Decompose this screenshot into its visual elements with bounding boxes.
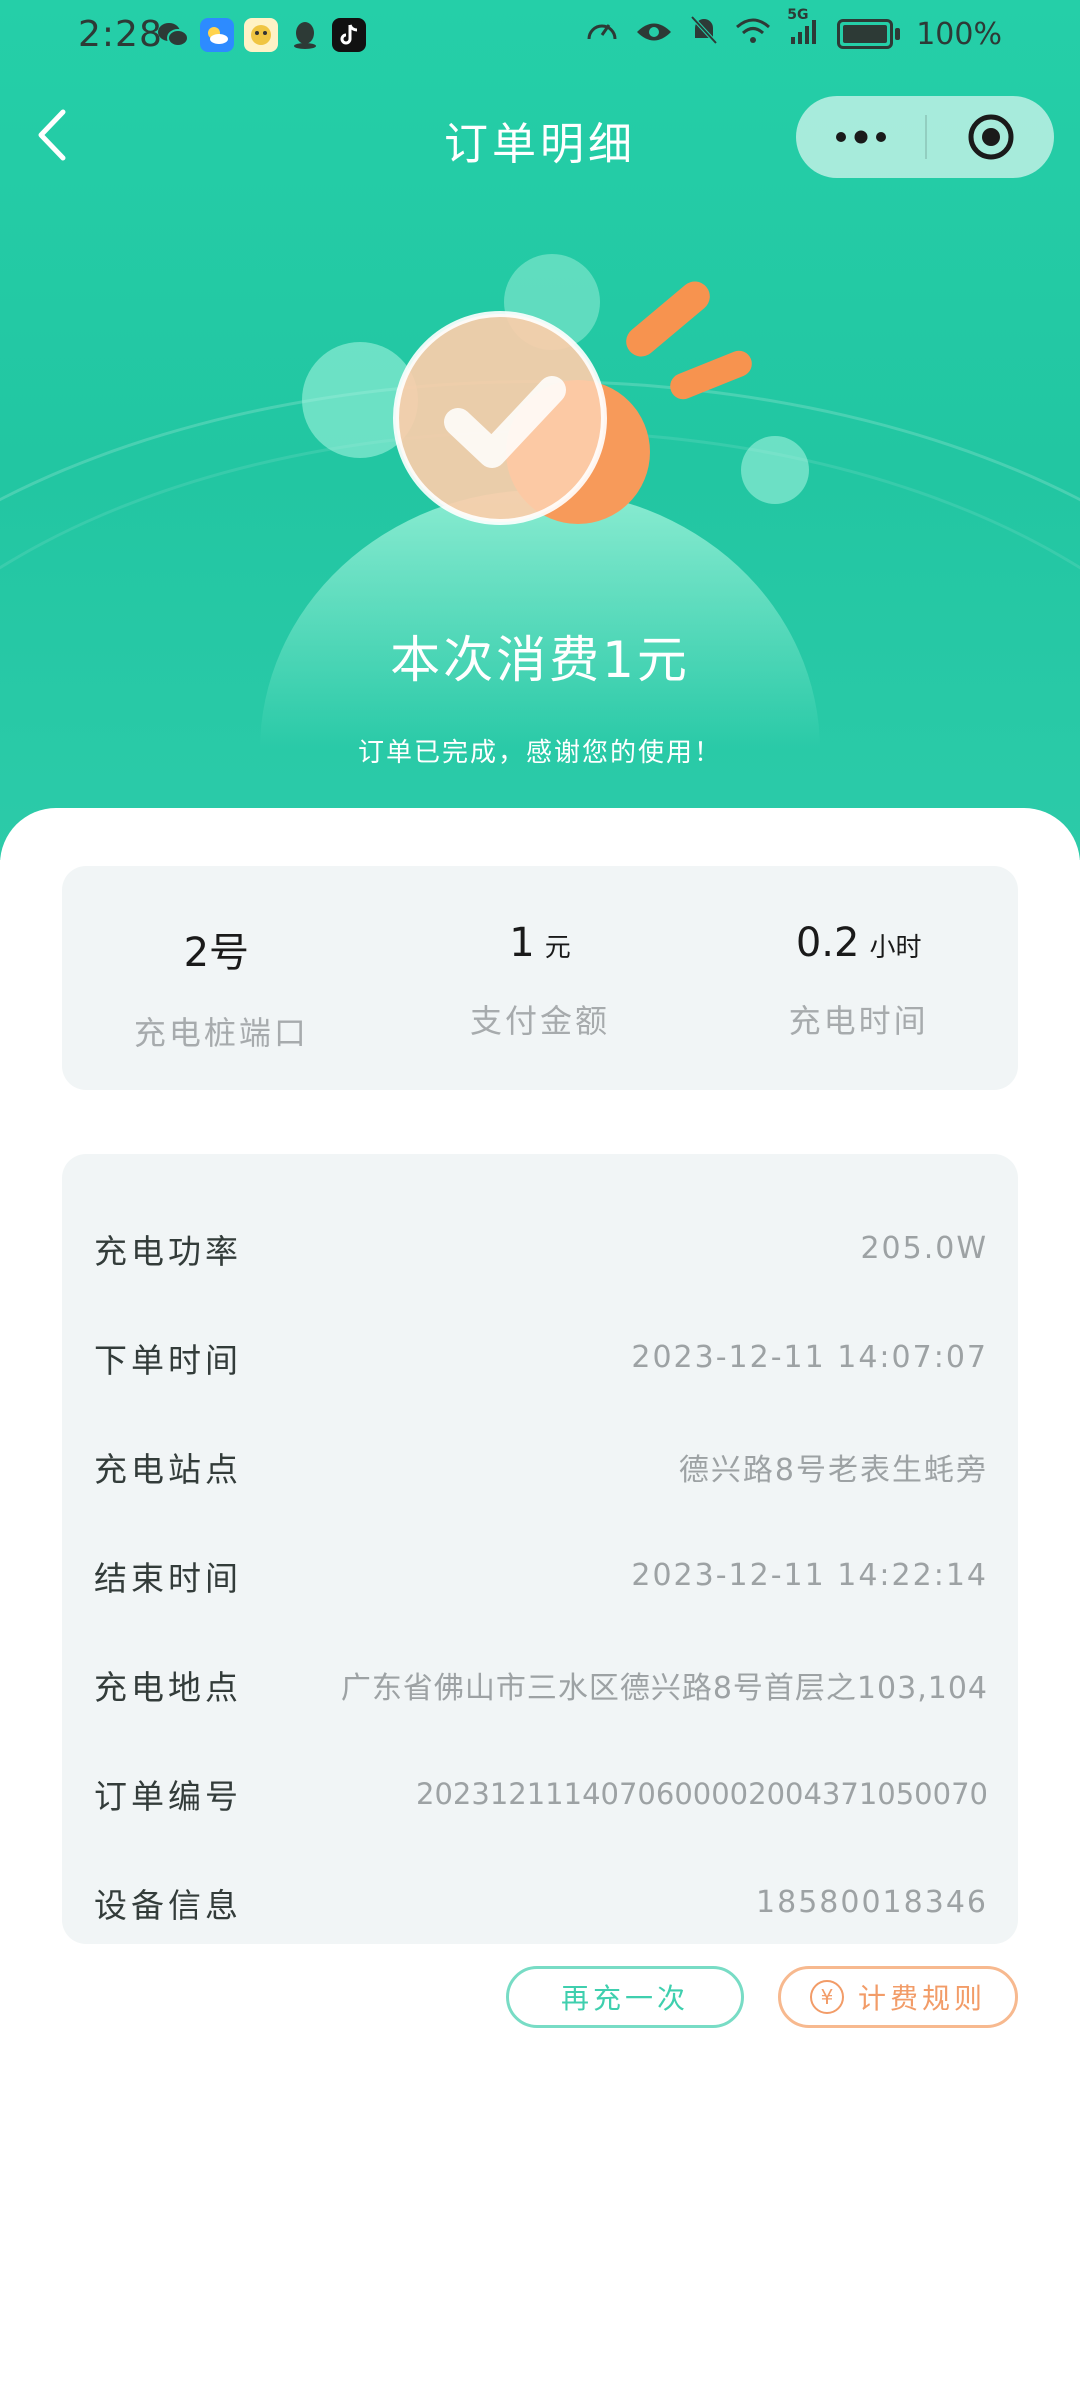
- duration-value: 0.2: [795, 920, 860, 966]
- detail-value: 广东省佛山市三水区德兴路8号首层之103,104: [340, 1670, 988, 1706]
- recharge-again-button[interactable]: 再充一次: [506, 1966, 744, 2028]
- detail-row-device: 设备信息 18580018346: [62, 1848, 1018, 1957]
- more-dots-icon: [835, 130, 886, 144]
- mute-icon: [689, 14, 719, 54]
- miniapp-capsule: [796, 96, 1054, 178]
- order-complete-message: 订单已完成，感谢您的使用！: [357, 738, 722, 768]
- battery-percent: 100%: [916, 16, 1002, 52]
- app-icon: [244, 18, 278, 52]
- summary-port: 2号 充电桩端口: [62, 866, 381, 1090]
- status-time: 2:28: [78, 14, 163, 55]
- detail-label: 充电地点: [94, 1667, 242, 1707]
- amount-unit: 元: [544, 933, 571, 963]
- detail-row-order-time: 下单时间 2023-12-11 14:07:07: [62, 1303, 1018, 1412]
- detail-row-power: 充电功率 205.0W: [62, 1194, 1018, 1303]
- wifi-icon: [735, 15, 771, 53]
- detail-value: 德兴路8号老表生蚝旁: [678, 1452, 988, 1488]
- detail-label: 设备信息: [94, 1885, 242, 1925]
- weather-icon: [200, 18, 234, 52]
- detail-value: 2023-12-11 14:07:07: [631, 1340, 988, 1375]
- more-button[interactable]: [796, 96, 925, 178]
- summary-duration: 0.2 小时 充电时间: [699, 866, 1018, 1090]
- payment-success-illustration: [260, 240, 820, 750]
- detail-row-end-time: 结束时间 2023-12-11 14:22:14: [62, 1521, 1018, 1630]
- detail-value: 18580018346: [756, 1885, 988, 1920]
- status-bar: 2:28 5G 100%: [0, 0, 1080, 72]
- detail-row-station: 充电站点 德兴路8号老表生蚝旁: [62, 1412, 1018, 1521]
- detail-value: 2023121114070600002004371050070: [416, 1776, 988, 1811]
- yen-icon: ¥: [809, 1980, 844, 2014]
- detail-row-order-number: 订单编号 2023121114070600002004371050070: [62, 1739, 1018, 1848]
- summary-amount: 1元 支付金额: [381, 866, 700, 1090]
- tiktok-icon: [332, 18, 366, 52]
- eye-icon: [635, 15, 673, 53]
- detail-label: 下单时间: [94, 1340, 242, 1380]
- battery-icon: [837, 19, 901, 49]
- duration-label: 充电时间: [788, 1002, 929, 1040]
- order-details-card: 充电功率 205.0W 下单时间 2023-12-11 14:07:07 充电站…: [62, 1154, 1018, 1944]
- detail-label: 订单编号: [94, 1776, 242, 1816]
- consumption-amount: 本次消费1元: [390, 631, 690, 689]
- qq-icon: [288, 18, 322, 52]
- detail-row-address: 充电地点 广东省佛山市三水区德兴路8号首层之103,104: [62, 1630, 1018, 1739]
- notification-icons: [156, 18, 366, 52]
- speed-icon: [585, 15, 619, 53]
- system-icons: 5G 100%: [585, 7, 1002, 54]
- detail-value: 205.0W: [860, 1231, 988, 1266]
- detail-label: 结束时间: [94, 1558, 242, 1598]
- close-target-icon: [968, 114, 1013, 160]
- port-value: 2号: [183, 930, 250, 976]
- order-summary-card: 2号 充电桩端口 1元 支付金额 0.2 小时 充电时间: [62, 866, 1018, 1090]
- billing-rules-label: 计费规则: [857, 1982, 986, 2015]
- duration-unit: 小时: [869, 933, 922, 963]
- port-label: 充电桩端口: [133, 1014, 309, 1052]
- wechat-icon: [156, 18, 190, 52]
- amount-label: 支付金额: [470, 1002, 611, 1040]
- detail-value: 2023-12-11 14:22:14: [631, 1558, 988, 1593]
- signal-5g-icon: 5G: [787, 7, 821, 53]
- recharge-again-label: 再充一次: [560, 1982, 689, 2015]
- close-miniapp-button[interactable]: [927, 96, 1054, 178]
- detail-label: 充电站点: [94, 1449, 242, 1489]
- amount-value: 1: [509, 920, 535, 966]
- billing-rules-button[interactable]: ¥ 计费规则: [778, 1966, 1018, 2028]
- detail-label: 充电功率: [94, 1231, 242, 1271]
